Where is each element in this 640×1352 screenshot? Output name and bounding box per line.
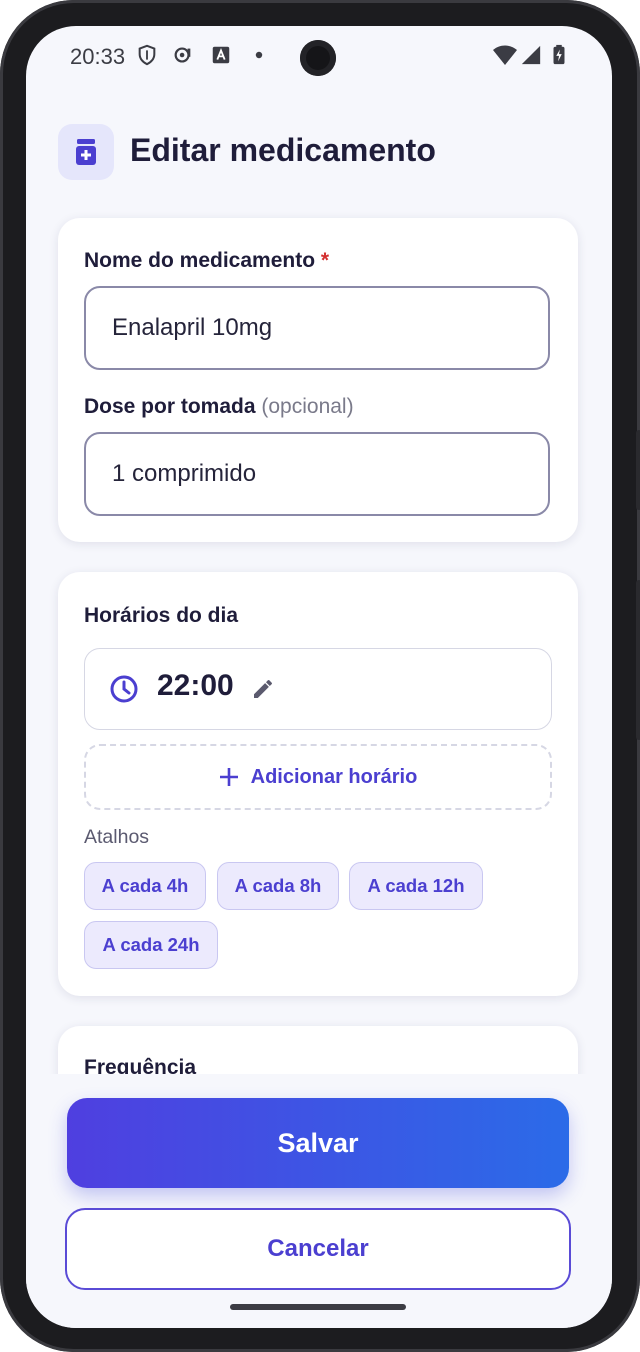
power-button: [636, 580, 640, 740]
home-indicator[interactable]: [230, 1304, 406, 1310]
shortcuts-label: Atalhos: [84, 826, 150, 848]
battery-charging-icon: [553, 44, 565, 65]
page-title: Editar medicamento: [130, 132, 436, 168]
dot-icon: [255, 51, 263, 59]
shield-icon: [138, 44, 156, 66]
name-label-text: Nome do medicamento: [84, 249, 316, 272]
medication-name-input[interactable]: Enalapril 10mg: [84, 286, 550, 370]
status-bar: 20:33: [26, 26, 612, 90]
page-header: Editar medicamento: [58, 124, 578, 180]
clock-icon: [110, 675, 138, 703]
shortcut-chip-12h[interactable]: A cada 12h: [349, 862, 483, 910]
status-time: 20:33: [70, 44, 126, 69]
edit-pencil-icon[interactable]: [251, 677, 275, 701]
name-label: Nome do medicamento *: [84, 249, 329, 273]
phone-frame: 20:33 Editar medicamento Nome do medicam…: [0, 0, 640, 1352]
dose-label: Dose por tomada (opcional): [84, 395, 354, 419]
add-time-label: Adicionar horário: [250, 765, 418, 788]
shortcut-chip-24h[interactable]: A cada 24h: [84, 921, 218, 969]
shortcut-chip-4h[interactable]: A cada 4h: [84, 862, 206, 910]
wifi-icon: [493, 45, 517, 65]
dose-input[interactable]: 1 comprimido: [84, 432, 550, 516]
time-entry[interactable]: 22:00: [84, 648, 552, 730]
time-value: 22:00: [157, 669, 234, 702]
required-mark: *: [320, 249, 330, 272]
volume-button: [636, 430, 640, 510]
signal-icon: [521, 45, 541, 65]
optional-hint: (opcional): [261, 395, 354, 418]
medication-card: Nome do medicamento * Enalapril 10mg Dos…: [58, 218, 578, 542]
schedule-title: Horários do dia: [84, 604, 239, 627]
front-camera: [300, 40, 336, 76]
cancel-button[interactable]: Cancelar: [65, 1208, 571, 1290]
schedule-card: Horários do dia 22:00 Adicionar horário …: [58, 572, 578, 996]
plus-icon: [219, 768, 238, 786]
assistant-icon: [174, 47, 191, 63]
medicine-bottle-icon: [58, 124, 114, 180]
dose-label-text: Dose por tomada: [84, 395, 256, 418]
save-button[interactable]: Salvar: [67, 1098, 569, 1188]
add-time-button[interactable]: Adicionar horário: [84, 744, 552, 810]
translate-icon: [212, 46, 230, 64]
shortcut-chip-8h[interactable]: A cada 8h: [217, 862, 339, 910]
screen: 20:33 Editar medicamento Nome do medicam…: [26, 26, 612, 1328]
